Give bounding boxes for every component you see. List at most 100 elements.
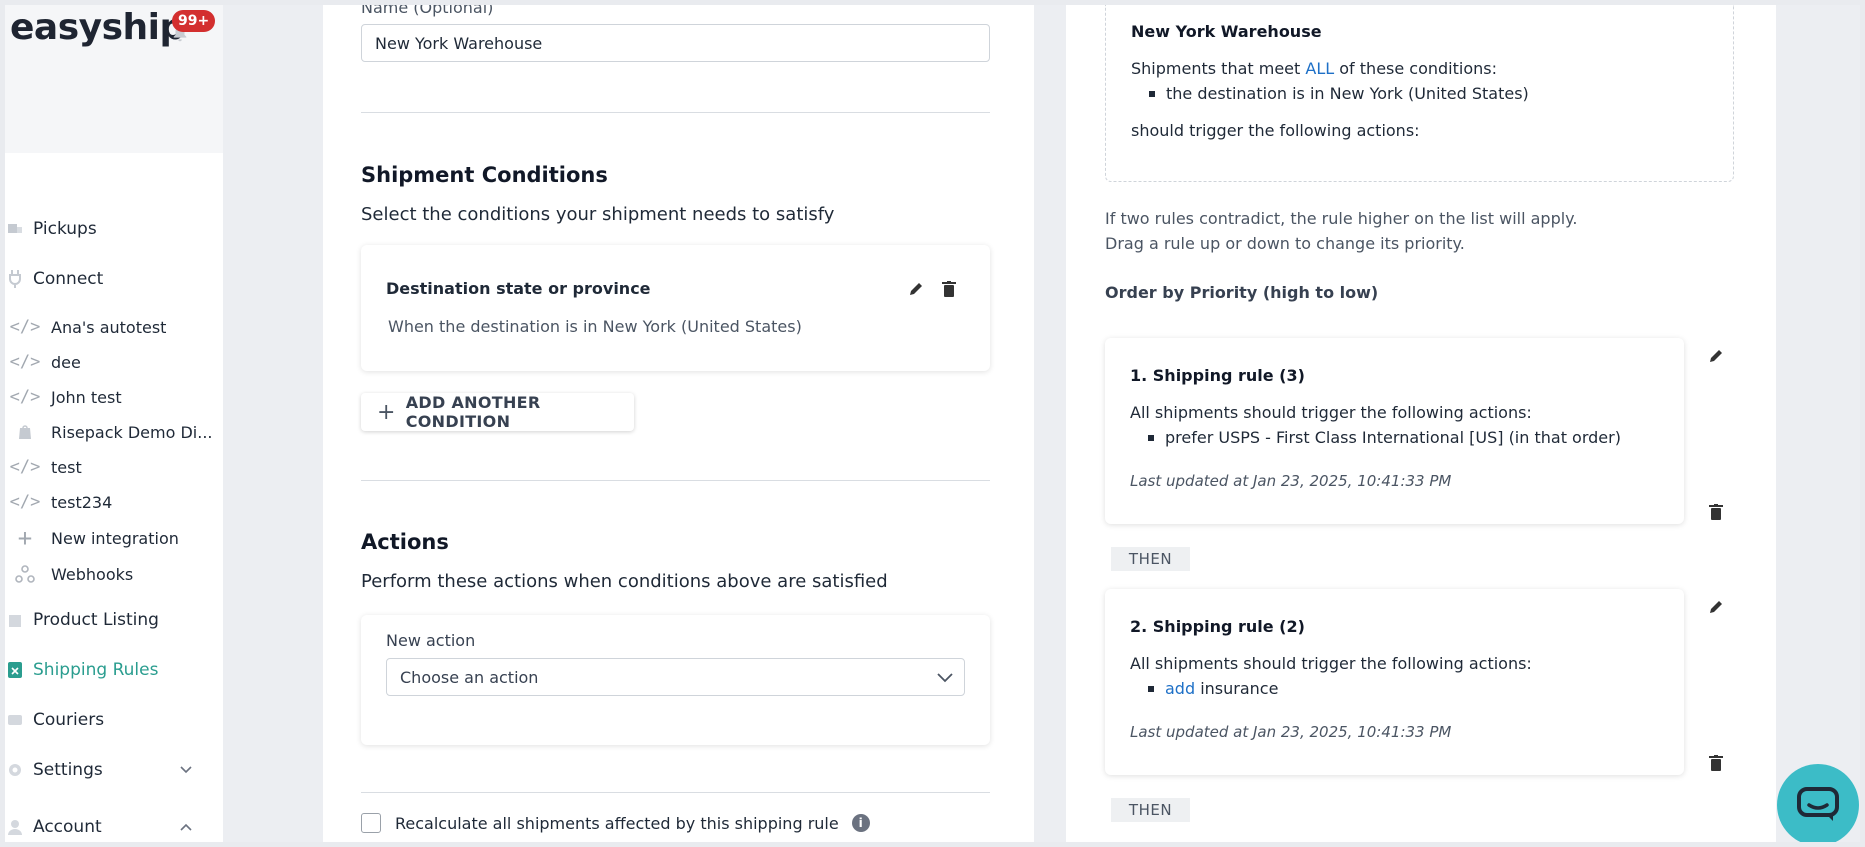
sidebar-item-shipping-rules[interactable]: Shipping Rules: [5, 655, 215, 685]
sidebar-item-integration[interactable]: </> John test: [8, 382, 218, 412]
rule-action-keyword: add: [1165, 679, 1196, 698]
actions-subheading: Perform these actions when conditions ab…: [361, 571, 888, 592]
box-icon: [5, 610, 25, 630]
priority-note-1: If two rules contradict, the rule higher…: [1105, 209, 1578, 228]
sidebar-item-pickups[interactable]: Pickups: [5, 214, 215, 244]
code-icon: </>: [9, 457, 41, 477]
sidebar-item-integration[interactable]: </> Ana's autotest: [8, 312, 218, 342]
info-icon[interactable]: i: [851, 814, 870, 832]
name-input[interactable]: New York Warehouse: [361, 24, 990, 62]
edit-icon[interactable]: [1706, 597, 1726, 617]
plus-icon: +: [377, 399, 396, 425]
sidebar-item-label: New integration: [51, 528, 179, 548]
delete-icon[interactable]: [1706, 753, 1726, 773]
recalculate-row: Recalculate all shipments affected by th…: [361, 813, 870, 833]
sidebar-item-label: Risepack Demo Di...: [51, 422, 213, 442]
sidebar-item-label: Account: [33, 817, 102, 837]
condition-card: Destination state or province When the d…: [361, 245, 990, 371]
rule-updated: Last updated at Jan 23, 2025, 10:41:33 P…: [1130, 723, 1452, 741]
rule-card[interactable]: 1. Shipping rule (3) All shipments shoul…: [1105, 338, 1684, 524]
name-field-label: Name (Optional): [361, 5, 494, 17]
conditions-subheading: Select the conditions your shipment need…: [361, 204, 835, 225]
sidebar-item-couriers[interactable]: Couriers: [5, 705, 215, 735]
sidebar-item-label: Settings: [33, 760, 103, 780]
rule-description: All shipments should trigger the followi…: [1130, 403, 1532, 422]
summary-suffix: of these conditions:: [1339, 59, 1497, 78]
sidebar: easyship 99+ Pickups Connect </> Ana's a…: [5, 5, 223, 842]
edit-icon[interactable]: [906, 279, 926, 299]
summary-trigger-line: should trigger the following actions:: [1131, 121, 1420, 140]
sidebar-item-label: Webhooks: [51, 564, 134, 584]
summary-condition-bullet: the destination is in New York (United S…: [1149, 84, 1529, 103]
sidebar-item-label: Shipping Rules: [33, 660, 159, 680]
priority-note-2: Drag a rule up or down to change its pri…: [1105, 234, 1465, 253]
sidebar-item-label: Couriers: [33, 710, 105, 730]
chat-button[interactable]: [1777, 764, 1859, 842]
sidebar-item-product-listing[interactable]: Product Listing: [5, 605, 215, 635]
sidebar-item-label: Product Listing: [33, 610, 159, 630]
code-icon: </>: [9, 352, 41, 372]
plus-icon: +: [17, 524, 33, 552]
gear-icon: [5, 760, 25, 780]
then-tag: THEN: [1111, 547, 1190, 571]
notification-badge[interactable]: 99+: [172, 10, 216, 32]
sidebar-item-label: test: [51, 457, 82, 477]
sidebar-item-integration[interactable]: </> dee: [8, 347, 218, 377]
rules-preview-panel: New York Warehouse Shipments that meet A…: [1066, 5, 1776, 842]
condition-description: When the destination is in New York (Uni…: [388, 317, 802, 336]
chevron-down-icon[interactable]: [179, 763, 193, 777]
recalculate-label: Recalculate all shipments affected by th…: [395, 813, 839, 833]
edit-icon[interactable]: [1706, 346, 1726, 366]
summary-title: New York Warehouse: [1131, 22, 1322, 41]
sidebar-item-label: test234: [51, 492, 113, 512]
code-icon: </>: [9, 317, 41, 337]
sidebar-item-account[interactable]: Account: [5, 812, 215, 842]
delete-icon[interactable]: [939, 279, 959, 299]
sidebar-item-label: Ana's autotest: [51, 317, 167, 337]
sidebar-item-label: dee: [51, 352, 81, 372]
rules-icon: [5, 660, 25, 680]
sidebar-item-connect[interactable]: Connect: [5, 264, 215, 294]
divider: [361, 480, 990, 481]
chat-icon: [1797, 787, 1839, 821]
rule-card[interactable]: 2. Shipping rule (2) All shipments shoul…: [1105, 589, 1684, 775]
sidebar-item-settings[interactable]: Settings: [5, 755, 215, 785]
courier-icon: [5, 710, 25, 730]
new-action-label: New action: [386, 631, 476, 650]
sidebar-item-webhooks[interactable]: Webhooks: [8, 559, 218, 589]
condition-title: Destination state or province: [386, 279, 651, 298]
chevron-up-icon[interactable]: [179, 820, 193, 834]
sidebar-item-new-integration[interactable]: + New integration: [8, 523, 218, 553]
action-card: New action Choose an action: [361, 615, 990, 745]
rule-summary-box: New York Warehouse Shipments that meet A…: [1105, 5, 1734, 182]
rule-title: 1. Shipping rule (3): [1130, 366, 1305, 385]
add-condition-button[interactable]: + ADD ANOTHER CONDITION: [361, 393, 634, 431]
conditions-heading: Shipment Conditions: [361, 163, 608, 187]
then-tag: THEN: [1111, 798, 1190, 822]
sidebar-item-integration[interactable]: </> test234: [8, 487, 218, 517]
delete-icon[interactable]: [1706, 502, 1726, 522]
rule-action-bullet: prefer USPS - First Class International …: [1148, 428, 1621, 447]
panel-gap: [1034, 5, 1066, 842]
actions-heading: Actions: [361, 530, 449, 554]
action-select[interactable]: Choose an action: [386, 658, 965, 696]
rule-action-text: prefer USPS - First Class International …: [1165, 428, 1621, 447]
rule-description: All shipments should trigger the followi…: [1130, 654, 1532, 673]
sidebar-item-integration[interactable]: </> test: [8, 452, 218, 482]
divider: [361, 112, 990, 113]
rule-updated: Last updated at Jan 23, 2025, 10:41:33 P…: [1130, 472, 1452, 490]
summary-keyword: ALL: [1305, 59, 1335, 78]
add-condition-label: ADD ANOTHER CONDITION: [405, 393, 541, 431]
logo[interactable]: easyship: [10, 7, 185, 48]
shopify-icon: [8, 422, 42, 442]
sidebar-item-label: Connect: [33, 269, 104, 289]
summary-conditions-line: Shipments that meet ALL of these conditi…: [1131, 59, 1497, 78]
recalculate-checkbox[interactable]: [361, 813, 381, 833]
rule-action-bullet: add insurance: [1147, 679, 1278, 698]
sidebar-item-integration[interactable]: Risepack Demo Di...: [8, 417, 218, 447]
webhook-icon: [8, 564, 42, 584]
user-icon: [5, 817, 25, 837]
app-frame: easyship 99+ Pickups Connect </> Ana's a…: [5, 5, 1860, 842]
logo-area: easyship 99+: [5, 5, 223, 153]
sidebar-item-label: Pickups: [33, 219, 97, 239]
